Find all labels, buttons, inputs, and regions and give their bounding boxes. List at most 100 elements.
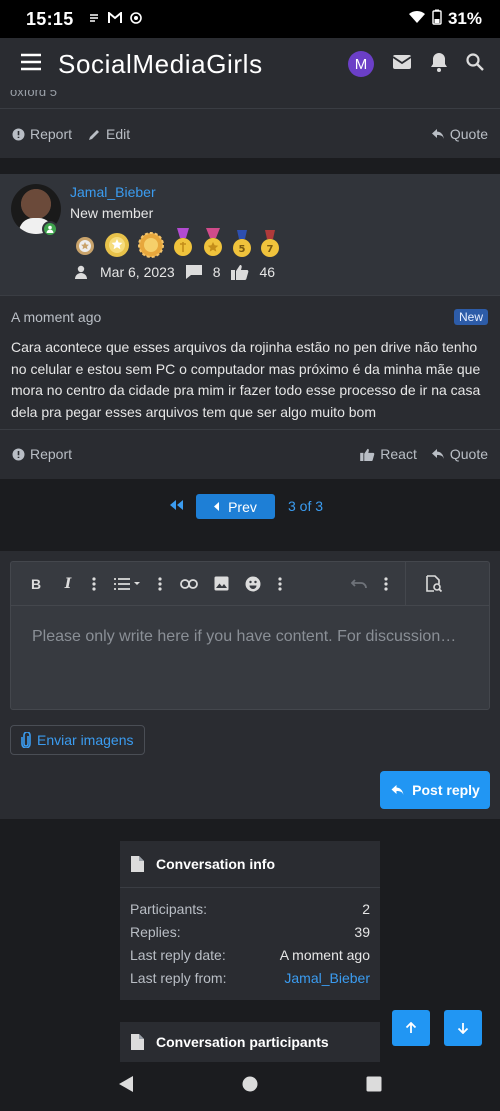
inbox-icon[interactable] [392, 54, 412, 75]
user-stats: Mar 6, 2023 8 46 [74, 264, 275, 280]
pencil-icon [89, 129, 100, 140]
account-avatar[interactable]: M [348, 51, 374, 77]
trophy-icon[interactable] [172, 228, 194, 258]
message-actions: Report React Quote [12, 446, 488, 462]
record-icon [129, 11, 142, 27]
back-icon[interactable] [118, 1075, 134, 1098]
trophy-list: 5 7 [74, 228, 280, 258]
menu-icon[interactable] [20, 53, 42, 76]
notification-app-icon [88, 12, 100, 27]
info-row-last-reply-from: Last reply from: Jamal_Bieber [130, 970, 370, 993]
trophy-icon[interactable] [104, 232, 130, 258]
conversation-info-panel: Conversation info Participants: 2 Replie… [120, 841, 380, 1000]
chevron-left-icon [214, 502, 220, 511]
gmail-icon [107, 10, 122, 27]
more-options-icon[interactable] [89, 562, 99, 606]
status-time: 15:15 [26, 8, 74, 29]
username-link[interactable]: Jamal_Bieber [70, 184, 156, 200]
search-icon[interactable] [466, 52, 484, 76]
reply-icon [431, 129, 444, 139]
messages-count: 8 [212, 264, 221, 280]
trophy-icon[interactable] [202, 228, 224, 258]
message-post: Jamal_Bieber New member 5 7 Mar 6, 2023 [0, 174, 500, 479]
link-icon[interactable] [179, 562, 199, 606]
scroll-top-button[interactable] [392, 1010, 430, 1046]
preview-icon[interactable] [406, 562, 462, 606]
report-icon [12, 128, 25, 140]
report-button[interactable]: Report [12, 126, 72, 142]
quote-button[interactable]: Quote [431, 446, 488, 462]
pagination: Prev 3 of 3 [0, 479, 500, 551]
user-icon [74, 265, 88, 279]
reply-icon [431, 449, 444, 459]
edit-button[interactable]: Edit [88, 126, 130, 142]
info-row-replies: Replies: 39 [130, 924, 370, 940]
app-bar: SocialMediaGirls M [0, 38, 500, 90]
page-indicator[interactable]: 3 of 3 [288, 498, 323, 514]
message-body: Cara acontece que esses arquivos da roji… [11, 339, 481, 420]
more-options-icon[interactable] [155, 562, 165, 606]
trophy-icon[interactable] [138, 232, 164, 258]
online-status-icon [42, 221, 58, 237]
conversation-info-rows: Participants: 2 Replies: 39 Last reply d… [130, 901, 370, 993]
home-icon[interactable] [242, 1076, 258, 1097]
first-page-icon[interactable] [168, 498, 184, 514]
bold-button[interactable]: B [27, 562, 45, 606]
arrow-down-icon [457, 1023, 469, 1034]
system-nav-bar [0, 1062, 500, 1111]
quote-button[interactable]: Quote [431, 126, 488, 142]
reactions-count: 46 [259, 264, 276, 280]
post-reply-button[interactable]: Post reply [380, 771, 490, 809]
conversation-participants-panel: Conversation participants [120, 1022, 380, 1062]
trophy-icon[interactable]: 5 [232, 230, 252, 258]
messages-icon [185, 264, 203, 280]
react-button[interactable]: React [360, 446, 417, 462]
attach-images-button[interactable]: Enviar imagens [10, 725, 145, 755]
battery-icon [432, 9, 442, 30]
image-icon[interactable] [211, 562, 231, 606]
message-timestamp[interactable]: A moment ago [11, 309, 101, 325]
paperclip-icon [21, 732, 31, 748]
previous-message: oxford 5 Report Edit Quote [0, 84, 500, 158]
new-badge: New [453, 309, 488, 325]
user-title: New member [70, 205, 154, 221]
italic-button[interactable]: I [59, 562, 77, 606]
battery-percent: 31% [447, 9, 482, 28]
document-icon [131, 856, 144, 872]
more-options-icon[interactable] [381, 562, 391, 606]
reply-editor[interactable]: B I Please only write here if you have c… [10, 561, 490, 710]
document-icon [131, 1034, 144, 1050]
joined-date: Mar 6, 2023 [100, 264, 175, 280]
info-row-last-reply-date: Last reply date: A moment ago [130, 947, 370, 963]
notification-icons [88, 10, 142, 27]
status-bar: 15:15 31% [0, 0, 500, 38]
previous-message-actions: Report Edit Quote [12, 126, 488, 142]
thumbs-up-icon [230, 264, 249, 280]
trophy-icon[interactable]: 7 [260, 230, 280, 258]
scroll-bottom-button[interactable] [444, 1010, 482, 1046]
undo-icon[interactable] [349, 562, 369, 606]
report-button[interactable]: Report [12, 446, 72, 462]
emoji-icon[interactable] [243, 562, 263, 606]
list-icon[interactable] [113, 562, 143, 606]
recents-icon[interactable] [366, 1076, 382, 1097]
status-right: 31% [408, 9, 482, 30]
app-bar-actions: M [348, 51, 484, 77]
more-options-icon[interactable] [275, 562, 285, 606]
editor-toolbar: B I [11, 561, 489, 606]
report-icon [12, 448, 25, 460]
page: 15:15 31% SocialMediaGirls M oxford 5 Re… [0, 0, 500, 1111]
reply-form: B I Please only write here if you have c… [0, 551, 500, 819]
arrow-up-icon [405, 1022, 417, 1033]
svg-text:5: 5 [239, 244, 246, 255]
conversation-participants-header: Conversation participants [120, 1022, 380, 1062]
trophy-icon[interactable] [74, 232, 96, 258]
bell-icon[interactable] [430, 52, 448, 77]
last-reply-user-link[interactable]: Jamal_Bieber [284, 970, 370, 993]
site-title[interactable]: SocialMediaGirls [58, 49, 263, 80]
prev-page-button[interactable]: Prev [196, 494, 275, 519]
reply-input[interactable]: Please only write here if you have conte… [32, 628, 456, 646]
divider [0, 429, 500, 430]
reply-icon [391, 785, 404, 795]
info-row-participants: Participants: 2 [130, 901, 370, 917]
